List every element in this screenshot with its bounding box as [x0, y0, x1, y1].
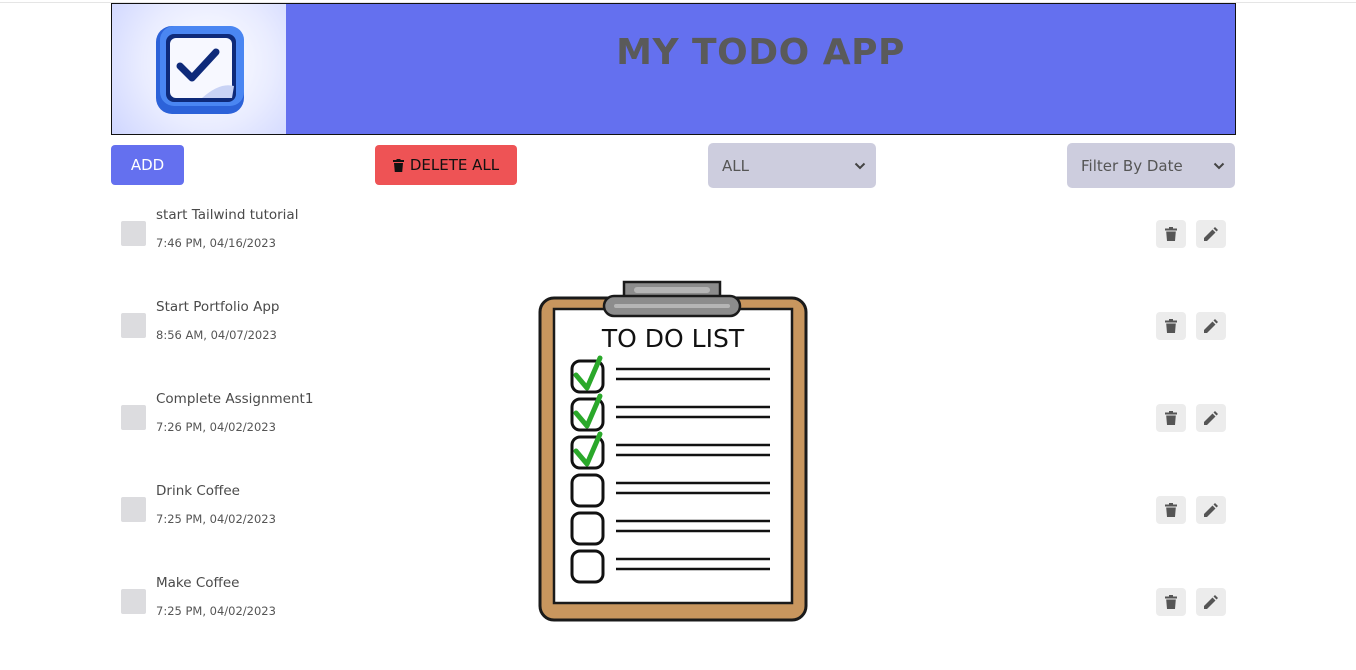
edit-todo-button[interactable]	[1196, 496, 1226, 524]
checklist-box	[570, 473, 605, 508]
todo-timestamp: 8:56 AM, 04/07/2023	[156, 328, 277, 342]
delete-todo-button[interactable]	[1156, 312, 1186, 340]
app-title: MY TODO APP	[616, 32, 905, 73]
chevron-down-icon	[854, 162, 866, 169]
checklist-box	[570, 549, 605, 584]
trash-icon	[1165, 227, 1177, 241]
todo-title: Start Portfolio App	[156, 299, 280, 315]
todo-timestamp: 7:25 PM, 04/02/2023	[156, 512, 276, 526]
todo-timestamp: 7:26 PM, 04/02/2023	[156, 420, 276, 434]
pencil-icon	[1204, 411, 1218, 425]
todo-checkbox[interactable]	[121, 497, 146, 522]
edit-todo-button[interactable]	[1196, 312, 1226, 340]
trash-icon	[1165, 503, 1177, 517]
pencil-icon	[1204, 595, 1218, 609]
app-logo	[112, 4, 286, 134]
trash-icon	[392, 158, 404, 172]
pencil-icon	[1204, 503, 1218, 517]
delete-all-button[interactable]: DELETE ALL	[375, 145, 517, 185]
add-button[interactable]: ADD	[111, 145, 184, 185]
todo-title: Complete Assignment1	[156, 391, 314, 407]
date-filter-value: Filter By Date	[1081, 156, 1183, 175]
chevron-down-icon	[1213, 162, 1225, 169]
pencil-icon	[1204, 319, 1218, 333]
todo-title: Drink Coffee	[156, 483, 240, 499]
status-filter-value: ALL	[722, 156, 749, 175]
app-header: MY TODO APP	[111, 3, 1236, 135]
delete-todo-button[interactable]	[1156, 404, 1186, 432]
delete-todo-button[interactable]	[1156, 588, 1186, 616]
todo-timestamp: 7:46 PM, 04/16/2023	[156, 236, 276, 250]
edit-todo-button[interactable]	[1196, 404, 1226, 432]
delete-todo-button[interactable]	[1156, 496, 1186, 524]
date-filter-select[interactable]: Filter By Date	[1067, 143, 1235, 188]
checkbox-logo-icon	[156, 26, 244, 114]
todo-checkbox[interactable]	[121, 221, 146, 246]
todo-checkbox[interactable]	[121, 589, 146, 614]
trash-icon	[1165, 595, 1177, 609]
todo-title: Make Coffee	[156, 575, 240, 591]
clipboard-illustration: TO DO LIST	[538, 280, 808, 622]
pencil-icon	[1204, 227, 1218, 241]
todo-title: start Tailwind tutorial	[156, 207, 299, 223]
status-filter-select[interactable]: ALL	[708, 143, 876, 188]
trash-icon	[1165, 411, 1177, 425]
todo-item: start Tailwind tutorial 7:46 PM, 04/16/2…	[111, 200, 1235, 292]
delete-all-label: DELETE ALL	[409, 156, 500, 174]
todo-checkbox[interactable]	[121, 313, 146, 338]
edit-todo-button[interactable]	[1196, 220, 1226, 248]
delete-todo-button[interactable]	[1156, 220, 1186, 248]
header-banner: MY TODO APP	[286, 4, 1235, 134]
todo-list-heading: TO DO LIST	[601, 324, 745, 353]
todo-checkbox[interactable]	[121, 405, 146, 430]
checklist-box	[570, 511, 605, 546]
trash-icon	[1165, 319, 1177, 333]
todo-timestamp: 7:25 PM, 04/02/2023	[156, 604, 276, 618]
edit-todo-button[interactable]	[1196, 588, 1226, 616]
